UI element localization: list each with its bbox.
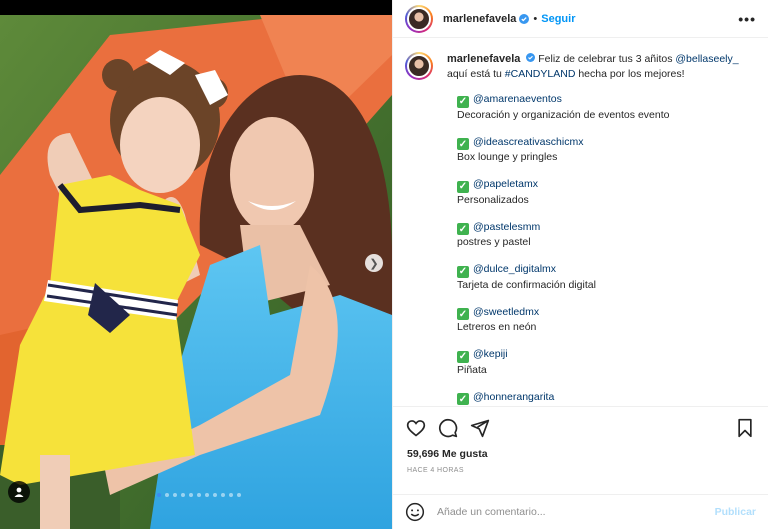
verified-badge-icon — [519, 13, 530, 24]
follow-button[interactable]: Seguir — [541, 13, 575, 25]
save-button[interactable] — [734, 417, 756, 439]
caption-text-2: aquí está tu — [447, 68, 505, 80]
carousel-next-button[interactable]: ❯ — [365, 254, 383, 272]
header-separator: • — [533, 12, 538, 25]
caption-text-3: hecha por los mejores! — [575, 68, 685, 80]
credit-item: ✓@honnerangaritaFotografía — [457, 390, 756, 407]
credit-item: ✓ @papeletamx Personalizados — [457, 177, 756, 208]
carousel-indicator — [157, 493, 241, 497]
credit-handle-link[interactable]: @dulce_digitalmx — [473, 263, 556, 275]
credit-item: ✓ @kepiji Piñata — [457, 347, 756, 378]
like-button[interactable] — [405, 417, 427, 439]
caption-username[interactable]: marlenefavela — [447, 53, 520, 65]
emoji-button[interactable] — [405, 502, 425, 522]
carousel-dot — [213, 493, 217, 497]
carousel-dot — [165, 493, 169, 497]
credit-handle-link[interactable]: @ideascreativaschicmx — [473, 136, 583, 148]
smiley-icon — [405, 502, 425, 522]
post-timestamp[interactable]: HACE 4 HORAS — [407, 467, 464, 474]
carousel-dot — [189, 493, 193, 497]
credit-description: Decoración y organización de eventos eve… — [457, 108, 670, 121]
caption-hashtag-link[interactable]: #CANDYLAND — [505, 68, 576, 80]
credit-item: ✓ @sweetledmx Letreros en neón — [457, 305, 756, 336]
tagged-users-button[interactable] — [8, 481, 30, 503]
caption-avatar[interactable] — [405, 52, 433, 80]
credit-handle-link[interactable]: @kepiji — [473, 348, 508, 360]
post-side-panel: marlenefavela • Seguir ••• marlenefavela… — [392, 0, 768, 529]
comment-icon — [438, 418, 458, 437]
credit-handle-link[interactable]: @honnerangarita — [473, 391, 554, 403]
comments-section[interactable]: marlenefavela Feliz de celebrar tus 3 añ… — [393, 44, 768, 406]
check-mark-icon: ✓ — [457, 265, 469, 278]
check-mark-icon: ✓ — [457, 308, 469, 320]
comment-input[interactable] — [437, 506, 715, 518]
more-horizontal-icon[interactable]: ••• — [738, 11, 756, 27]
share-button[interactable] — [469, 417, 491, 439]
caption-row: marlenefavela Feliz de celebrar tus 3 añ… — [405, 52, 756, 82]
credit-handle-link[interactable]: @papeletamx — [473, 178, 538, 190]
paper-plane-icon — [470, 419, 490, 437]
publish-button[interactable]: Publicar — [715, 506, 756, 518]
carousel-dot — [181, 493, 185, 497]
check-mark-icon: ✓ — [457, 223, 469, 235]
likes-count[interactable]: 59,696 Me gusta — [407, 448, 488, 460]
caption-text-1: Feliz de celebrar tus 3 añitos — [538, 53, 676, 65]
credit-item: ✓ @amarenaeventos Decoración y organizació… — [457, 92, 756, 123]
carousel-dot — [173, 493, 177, 497]
avatar[interactable] — [405, 4, 433, 33]
check-mark-icon: ✓ — [457, 393, 469, 405]
credit-item: ✓ @pastelesmm postres y pastel — [457, 220, 756, 251]
credit-item: ✓ @dulce_digitalmx Tarjeta de confirmación… — [457, 262, 756, 293]
carousel-dot — [229, 493, 233, 497]
add-comment-bar: Publicar — [393, 494, 768, 529]
credits-list: ✓ @amarenaeventos Decoración y organizació… — [457, 92, 756, 406]
credit-description: Tarjeta de confirmación digital — [457, 278, 596, 291]
credit-description: Letreros en neón — [457, 321, 537, 333]
post-photo — [0, 15, 392, 529]
credit-handle-link[interactable]: @pastelesmm — [473, 221, 540, 233]
credit-description: postres y pastel — [457, 236, 531, 248]
post-header: marlenefavela • Seguir ••• — [393, 0, 768, 38]
post-caption: marlenefavela Feliz de celebrar tus 3 añ… — [447, 52, 747, 82]
credit-handle-link[interactable]: @sweetledmx — [473, 306, 539, 318]
credit-description: Personalizados — [457, 193, 529, 206]
carousel-dot — [197, 493, 201, 497]
credit-description: Piñata — [457, 363, 487, 376]
person-icon — [14, 487, 24, 497]
check-mark-icon: ✓ — [457, 138, 469, 150]
comment-button[interactable] — [437, 417, 459, 439]
carousel-dot — [237, 493, 241, 497]
credit-handle-link[interactable]: @amarenaeventos — [473, 93, 562, 105]
post-username[interactable]: marlenefavela — [443, 13, 516, 25]
check-mark-icon: ✓ — [457, 180, 469, 193]
carousel-dot — [221, 493, 225, 497]
verified-badge-icon — [526, 53, 536, 62]
carousel-dot — [205, 493, 209, 497]
carousel-dot — [157, 493, 161, 497]
bookmark-icon — [738, 418, 752, 437]
credit-description: Box lounge y pringles — [457, 151, 558, 163]
action-bar — [393, 406, 768, 448]
caption-mention-link[interactable]: @bellaseely_ — [675, 53, 738, 65]
check-mark-icon: ✓ — [457, 95, 469, 108]
heart-icon — [406, 419, 426, 437]
credit-item: ✓ @ideascreativaschicmx Box lounge y pring… — [457, 135, 756, 166]
post-media[interactable]: ❯ — [0, 0, 392, 529]
check-mark-icon: ✓ — [457, 350, 469, 363]
chevron-right-icon: ❯ — [369, 257, 379, 270]
